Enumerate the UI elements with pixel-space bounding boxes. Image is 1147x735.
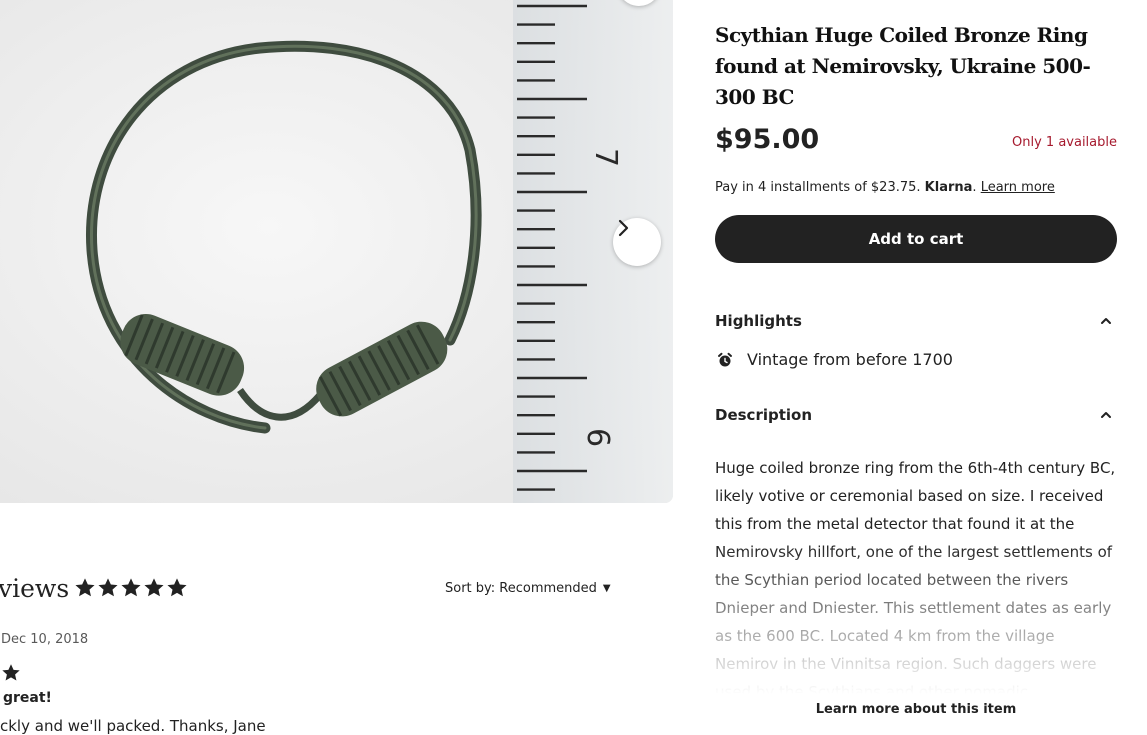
next-image-button[interactable] bbox=[613, 218, 661, 266]
description-text: Huge coiled bronze ring from the 6th-4th… bbox=[715, 459, 1116, 694]
highlights-toggle[interactable]: Highlights bbox=[715, 312, 1117, 330]
bronze-ring-image: 7 6 bbox=[0, 0, 673, 503]
star-icon bbox=[121, 578, 141, 597]
description-toggle[interactable]: Description bbox=[715, 406, 1117, 424]
klarna-logo: Klarna bbox=[924, 180, 973, 195]
star-icon bbox=[167, 578, 187, 597]
sort-dropdown[interactable]: Sort by: Recommended ▼ bbox=[445, 581, 611, 596]
alarm-clock-icon bbox=[718, 352, 732, 366]
product-price: $95.00 bbox=[715, 124, 820, 155]
ruler-label-6: 6 bbox=[580, 428, 615, 447]
highlights-heading: Highlights bbox=[715, 312, 802, 330]
chevron-up-icon bbox=[1101, 412, 1111, 418]
review-rating bbox=[1, 663, 21, 687]
star-icon bbox=[144, 578, 164, 597]
highlight-text: Vintage from before 1700 bbox=[747, 350, 953, 369]
star-icon bbox=[2, 664, 20, 681]
caret-down-icon: ▼ bbox=[602, 583, 611, 594]
description-container: Huge coiled bronze ring from the 6th-4th… bbox=[715, 454, 1119, 694]
chevron-right-icon bbox=[618, 219, 629, 237]
installments-text: Pay in 4 installments of $23.75. bbox=[715, 180, 921, 195]
ruler-label-7: 7 bbox=[588, 148, 623, 167]
sort-label: Sort by: Recommended bbox=[445, 581, 597, 596]
product-title: Scythian Huge Coiled Bronze Ring found a… bbox=[715, 23, 1091, 109]
installments-learn-more-link[interactable]: Learn more bbox=[981, 180, 1055, 195]
description-heading: Description bbox=[715, 406, 813, 424]
availability-note: Only 1 available bbox=[1012, 135, 1117, 150]
reviews-heading: views bbox=[0, 574, 70, 603]
highlight-item: Vintage from before 1700 bbox=[717, 350, 953, 369]
review-date: Dec 10, 2018 bbox=[1, 632, 89, 647]
review-body: ckly and we'll packed. Thanks, Jane bbox=[0, 717, 266, 735]
star-icon bbox=[75, 578, 95, 597]
review-heading: great! bbox=[3, 690, 52, 706]
add-to-cart-button[interactable]: Add to cart bbox=[715, 215, 1117, 263]
star-icon bbox=[98, 578, 118, 597]
chevron-up-icon bbox=[1101, 318, 1111, 324]
installments-info: Pay in 4 installments of $23.75. Klarna.… bbox=[715, 180, 1055, 195]
learn-more-about-item-button[interactable]: Learn more about this item bbox=[715, 702, 1117, 717]
product-photo[interactable]: 7 6 bbox=[0, 0, 673, 503]
reviews-rating bbox=[74, 577, 188, 599]
